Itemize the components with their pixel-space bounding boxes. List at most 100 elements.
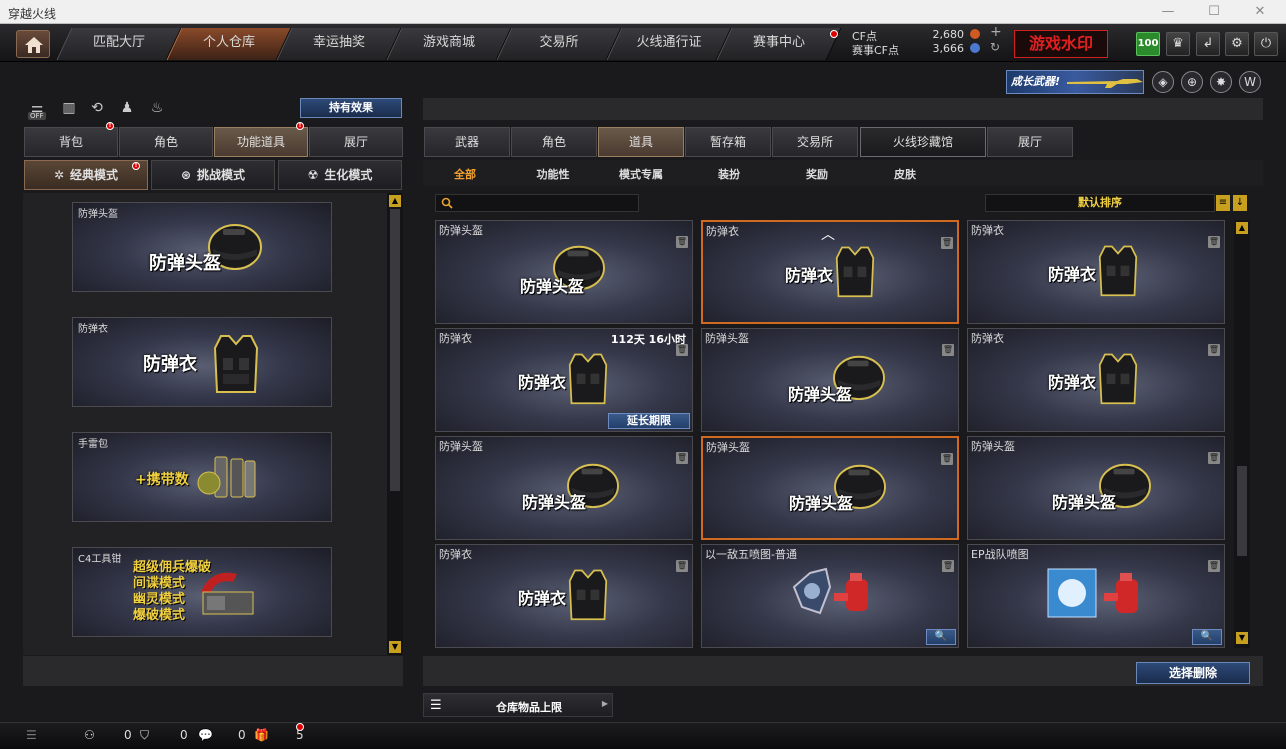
left-item-vest[interactable]: 防弹衣 防弹衣 bbox=[72, 317, 332, 407]
right-tab-exchange[interactable]: 交易所 bbox=[772, 127, 858, 157]
grenade-icon[interactable]: ✸ bbox=[1210, 71, 1232, 93]
power-icon[interactable]: ⏻ bbox=[1254, 32, 1278, 56]
trash-icon[interactable]: 🗑 bbox=[676, 236, 688, 248]
trash-icon[interactable]: 🗑 bbox=[942, 344, 954, 356]
left-item-helmet[interactable]: 防弹头盔 防弹头盔 bbox=[72, 202, 332, 292]
left-footer bbox=[23, 656, 403, 686]
scroll-thumb[interactable] bbox=[390, 209, 400, 491]
refresh-icon[interactable]: ↻ bbox=[990, 40, 1000, 54]
history-icon[interactable]: ⟲ bbox=[86, 100, 108, 118]
subtab-skins[interactable]: 皮肤 bbox=[865, 166, 945, 182]
effect-button[interactable]: 持有效果 bbox=[300, 98, 402, 118]
minimize-button[interactable]: — bbox=[1148, 2, 1188, 22]
item-card[interactable]: 防弹衣 🗑 防弹衣 bbox=[435, 544, 693, 648]
character-icon[interactable]: ♟ bbox=[116, 100, 138, 118]
preview-button[interactable]: 🔍 bbox=[926, 629, 956, 645]
left-tab-showroom[interactable]: 展厅 bbox=[309, 127, 403, 157]
scroll-down-arrow[interactable]: ▼ bbox=[1236, 632, 1248, 644]
item-card[interactable]: 防弹头盔 🗑 防弹头盔 bbox=[435, 220, 693, 324]
target-icon[interactable]: ⊕ bbox=[1181, 71, 1203, 93]
item-card[interactable]: 防弹头盔 🗑 防弹头盔 bbox=[701, 328, 959, 432]
mode-tab-zombie[interactable]: ☢ 生化模式 bbox=[278, 160, 402, 190]
sort-direction-icon[interactable]: ↓ bbox=[1233, 195, 1247, 211]
left-tab-character[interactable]: 角色 bbox=[119, 127, 213, 157]
scroll-up-arrow[interactable]: ▲ bbox=[1236, 222, 1248, 234]
right-tab-collection[interactable]: 火线珍藏馆 bbox=[860, 127, 986, 157]
clan-icon[interactable]: ⛉ bbox=[140, 728, 149, 743]
subtab-dressup[interactable]: 装扮 bbox=[689, 166, 769, 182]
add-icon[interactable]: + bbox=[990, 24, 1002, 40]
left-item-grenade-pack[interactable]: 手雷包 +携带数 bbox=[72, 432, 332, 522]
subtab-rewards[interactable]: 奖励 bbox=[777, 166, 857, 182]
item-card[interactable]: 防弹衣 🗑 防弹衣 bbox=[967, 220, 1225, 324]
trash-icon[interactable]: 🗑 bbox=[941, 453, 953, 465]
item-card[interactable]: 防弹衣 🗑 防弹衣 bbox=[967, 328, 1225, 432]
stats-icon[interactable]: ▥ bbox=[58, 100, 80, 118]
preview-button[interactable]: 🔍 bbox=[1192, 629, 1222, 645]
gear-icon[interactable]: ⚙ bbox=[1225, 32, 1249, 56]
scroll-thumb[interactable] bbox=[1237, 466, 1247, 556]
mode-tab-challenge[interactable]: ⊛ 挑战模式 bbox=[151, 160, 275, 190]
rank-icon[interactable]: ♛ bbox=[1166, 32, 1190, 56]
left-item-c4-pliers[interactable]: C4工具钳 超级佣兵爆破 间谍模式 幽灵模式 爆破模式 bbox=[72, 547, 332, 637]
right-tab-showroom[interactable]: 展厅 bbox=[987, 127, 1073, 157]
close-button[interactable]: ✕ bbox=[1240, 2, 1280, 22]
maximize-button[interactable]: ☐ bbox=[1194, 2, 1234, 22]
list-view-icon[interactable]: ≡ bbox=[1216, 195, 1230, 211]
item-card-selected[interactable]: 防弹头盔 🗑 防弹头盔 bbox=[701, 436, 959, 540]
extend-button[interactable]: 延长期限 bbox=[608, 413, 690, 429]
nav-tab-pass[interactable]: 火线通行证 bbox=[606, 28, 732, 60]
item-card[interactable]: 防弹衣 112天 16小时 🗑 防弹衣 延长期限 bbox=[435, 328, 693, 432]
trash-icon[interactable]: 🗑 bbox=[676, 452, 688, 464]
item-card-selected[interactable]: 防弹衣 ︿ 🗑 防弹衣 bbox=[701, 220, 959, 324]
scroll-down-arrow[interactable]: ▼ bbox=[389, 641, 401, 653]
friends-icon[interactable]: ⚇ bbox=[84, 728, 95, 742]
nav-tab-lottery[interactable]: 幸运抽奖 bbox=[276, 28, 402, 60]
trash-icon[interactable]: 🗑 bbox=[942, 560, 954, 572]
exit-icon[interactable]: ↲ bbox=[1196, 32, 1220, 56]
nav-tab-lobby[interactable]: 匹配大厅 bbox=[56, 28, 182, 60]
trash-icon[interactable]: 🗑 bbox=[1208, 560, 1220, 572]
subtab-functional[interactable]: 功能性 bbox=[513, 166, 593, 182]
item-card[interactable]: 以一敌五喷图-普通 🗑 🔍 bbox=[701, 544, 959, 648]
zombie-mode-icon: ☢ bbox=[307, 168, 319, 182]
menu-icon[interactable]: ☰ bbox=[26, 728, 37, 742]
nav-tab-warehouse[interactable]: 个人仓库 bbox=[166, 28, 292, 60]
select-delete-button[interactable]: 选择删除 bbox=[1136, 662, 1250, 684]
growth-weapon-banner[interactable]: 成长武器! bbox=[1006, 70, 1144, 94]
capacity-bar[interactable]: ☰ 仓库物品上限 ▶ bbox=[423, 693, 613, 717]
subtab-mode-exclusive[interactable]: 模式专属 bbox=[601, 166, 681, 182]
right-scrollbar[interactable]: ▲ ▼ bbox=[1234, 220, 1250, 648]
gift-icon[interactable]: 🎁 bbox=[254, 728, 269, 742]
trash-icon[interactable]: 🗑 bbox=[676, 560, 688, 572]
shield-icon[interactable]: ◈ bbox=[1152, 71, 1174, 93]
nav-tab-events[interactable]: 赛事中心 bbox=[716, 28, 842, 60]
trash-icon[interactable]: 🗑 bbox=[1208, 452, 1220, 464]
scroll-up-arrow[interactable]: ▲ bbox=[389, 195, 401, 207]
sort-dropdown[interactable]: 默认排序 bbox=[985, 194, 1215, 212]
trash-icon[interactable]: 🗑 bbox=[676, 344, 688, 356]
item-card[interactable]: 防弹头盔 🗑 防弹头盔 bbox=[435, 436, 693, 540]
trash-icon[interactable]: 🗑 bbox=[1208, 344, 1220, 356]
item-card[interactable]: EP战队喷图 🗑 🔍 bbox=[967, 544, 1225, 648]
right-tab-items[interactable]: 道具 bbox=[598, 127, 684, 157]
level-badge[interactable]: 100 bbox=[1136, 32, 1160, 56]
subtab-all[interactable]: 全部 bbox=[425, 166, 505, 182]
search-input[interactable] bbox=[435, 194, 639, 212]
left-tab-function-items[interactable]: 功能道具 bbox=[214, 127, 308, 157]
nav-tab-exchange[interactable]: 交易所 bbox=[496, 28, 622, 60]
right-tab-storage[interactable]: 暂存箱 bbox=[685, 127, 771, 157]
chat-icon[interactable]: 💬 bbox=[198, 728, 213, 742]
item-card[interactable]: 防弹头盔 🗑 防弹头盔 bbox=[967, 436, 1225, 540]
nav-tab-shop[interactable]: 游戏商城 bbox=[386, 28, 512, 60]
trash-icon[interactable]: 🗑 bbox=[941, 237, 953, 249]
trash-icon[interactable]: 🗑 bbox=[1208, 236, 1220, 248]
right-tab-character[interactable]: 角色 bbox=[511, 127, 597, 157]
bag-icon[interactable]: ♨ bbox=[146, 100, 168, 118]
home-button[interactable] bbox=[16, 30, 50, 58]
left-tab-backpack[interactable]: 背包 bbox=[24, 127, 118, 157]
wings-icon[interactable]: W bbox=[1239, 71, 1261, 93]
mode-tab-classic[interactable]: ✲ 经典模式 bbox=[24, 160, 148, 190]
right-tab-weapons[interactable]: 武器 bbox=[424, 127, 510, 157]
left-scrollbar[interactable]: ▲ ▼ bbox=[387, 193, 403, 655]
